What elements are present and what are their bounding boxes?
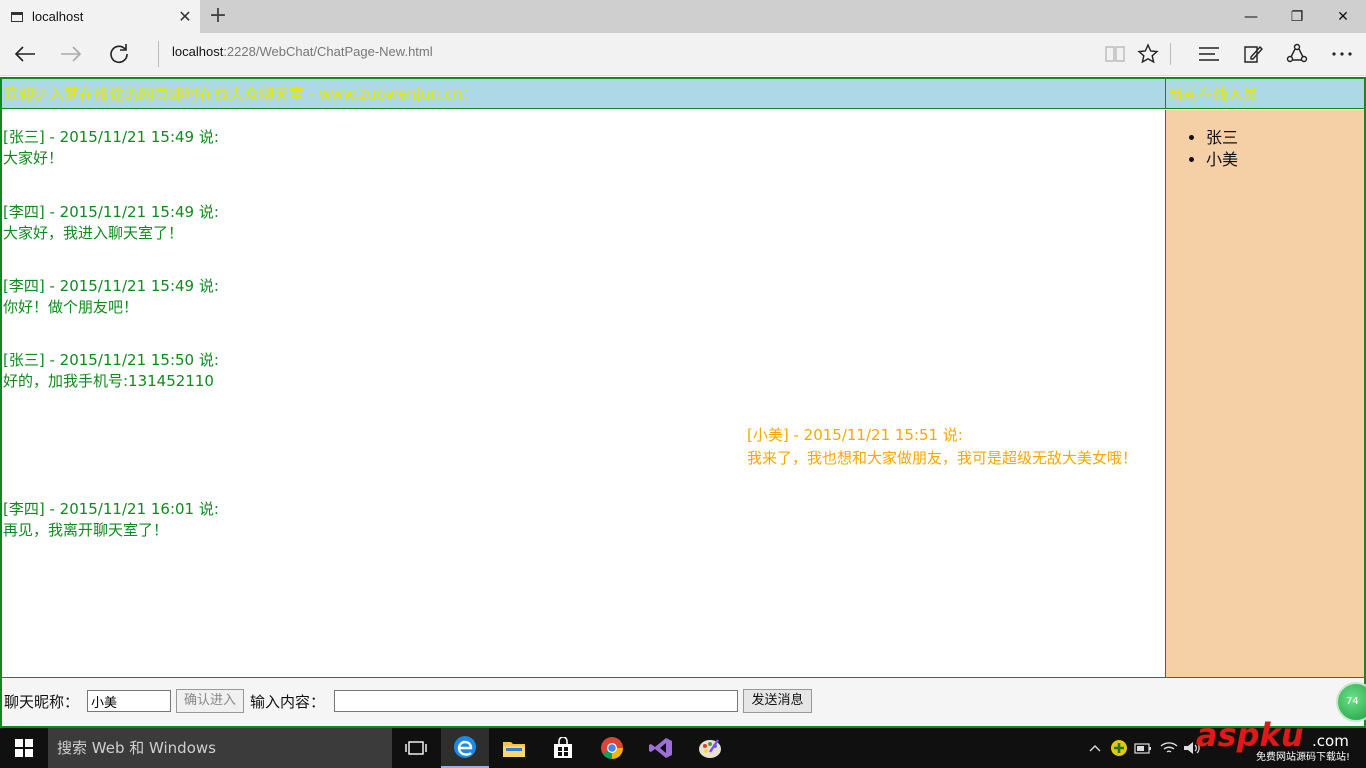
refresh-icon [110,44,128,64]
star-icon [1137,43,1159,64]
pen-icon [1244,45,1263,63]
tab-localhost[interactable]: localhost ✕ [0,0,200,33]
more-dots-icon [1332,52,1352,56]
windows-logo-icon [15,739,33,757]
chat-page: 欢迎进入梦在旅途的网页即时在线大众聊天室 - www.zuowenjun.cn：… [0,77,1366,728]
toolbar-separator [1170,43,1171,65]
message-meta: [小美] - 2015/11/21 15:51 说: [747,426,963,444]
send-message-button[interactable]: 发送消息 [743,689,812,713]
close-window-button[interactable]: ✕ [1320,0,1366,33]
message-item: [李四] - 2015/11/21 16:01 说: 再见，我离开聊天室了！ [3,499,219,541]
task-view-icon[interactable] [392,728,440,768]
tab-close-icon[interactable]: ✕ [170,7,200,26]
message-meta: [李四] - 2015/11/21 15:49 说: [3,203,219,221]
message-area: [张三] - 2015/11/21 15:49 说: 大家好！ [李四] - 2… [2,110,1165,677]
favorite-button[interactable] [1131,38,1165,70]
new-tab-button[interactable]: + [205,3,231,29]
web-note-button[interactable] [1236,38,1270,70]
paint-icon[interactable] [686,728,734,768]
message-text: 你好！做个朋友吧！ [3,298,139,316]
taskbar-search-box[interactable]: 搜索 Web 和 Windows [48,728,392,768]
message-text: 大家好，我进入聊天室了！ [3,224,184,242]
windows-taskbar: 搜索 Web 和 Windows [0,728,1366,768]
message-item: [张三] - 2015/11/21 15:50 说: 好的，加我手机号:1314… [3,350,219,392]
forward-arrow-icon [61,46,82,62]
message-item: [李四] - 2015/11/21 15:49 说: 你好！做个朋友吧！ [3,276,219,318]
visual-studio-icon[interactable] [637,728,685,768]
tab-strip: localhost ✕ + — ❐ ✕ [0,0,1366,33]
message-text: 我来了，我也想和大家做朋友，我可是超级无敌大美女哦！ [747,449,1138,467]
address-bar[interactable]: localhost:2228/WebChat/ChatPage-New.html [158,41,1058,67]
share-button[interactable] [1280,38,1314,70]
message-text: 好的，加我手机号:131452110 [3,372,214,390]
nickname-input[interactable] [87,690,171,712]
message-meta: [张三] - 2015/11/21 15:49 说: [3,128,219,146]
message-meta: [李四] - 2015/11/21 15:49 说: [3,277,219,295]
share-icon [1286,43,1308,63]
store-icon[interactable] [539,728,587,768]
reading-view-button[interactable] [1098,38,1132,70]
url-path: :2228/WebChat/ChatPage-New.html [223,44,433,59]
chat-input-bar: 聊天昵称： 确认进入 输入内容： 发送消息 74 [2,677,1366,726]
refresh-button[interactable] [102,38,136,70]
online-users-title: 当前在线人员 [1165,79,1364,109]
message-item: [张三] - 2015/11/21 15:49 说: 大家好！ [3,127,219,169]
battery-icon[interactable] [1134,738,1152,758]
message-content-input[interactable] [334,690,738,712]
message-meta: [张三] - 2015/11/21 15:50 说: [3,351,219,369]
start-button[interactable] [0,728,48,768]
nickname-label: 聊天昵称： [4,693,80,711]
online-users-list: 张三 小美 [1206,127,1364,171]
content-label: 输入内容： [250,693,326,711]
confirm-enter-button[interactable]: 确认进入 [176,689,244,713]
address-toolbar: localhost:2228/WebChat/ChatPage-New.html [0,33,1366,76]
back-button[interactable] [8,38,42,70]
message-item: [李四] - 2015/11/21 15:49 说: 大家好，我进入聊天室了！ [3,202,219,244]
book-icon [1105,46,1125,62]
online-users-panel: 张三 小美 [1165,110,1364,677]
file-explorer-icon[interactable] [490,728,538,768]
more-button[interactable] [1325,38,1359,70]
chrome-icon[interactable] [588,728,636,768]
url-host: localhost [172,44,224,59]
online-user-item: 张三 [1206,127,1364,149]
tray-chevron-icon[interactable] [1086,738,1104,758]
page-icon [11,11,23,22]
floating-badge[interactable]: 74 [1336,682,1366,722]
back-arrow-icon [14,46,35,62]
message-text: 再见，我离开聊天室了！ [3,521,169,539]
wifi-icon[interactable] [1160,738,1178,758]
message-meta: [李四] - 2015/11/21 16:01 说: [3,500,219,518]
message-text: 大家好！ [3,149,64,167]
restore-button[interactable]: ❐ [1274,0,1320,33]
tab-title: localhost [32,9,84,24]
edge-icon[interactable] [441,728,489,768]
chat-header-title: 欢迎进入梦在旅途的网页即时在线大众聊天室 - www.zuowenjun.cn： [2,79,1165,109]
online-user-item: 小美 [1206,149,1364,171]
hub-icon [1199,47,1219,61]
volume-icon[interactable] [1183,738,1201,758]
tray-app-icon[interactable] [1110,738,1128,758]
minimize-button[interactable]: — [1228,0,1274,33]
hub-button[interactable] [1192,38,1226,70]
forward-button[interactable] [54,38,88,70]
message-item-self: [小美] - 2015/11/21 15:51 说: 我来了，我也想和大家做朋友… [747,425,1162,469]
